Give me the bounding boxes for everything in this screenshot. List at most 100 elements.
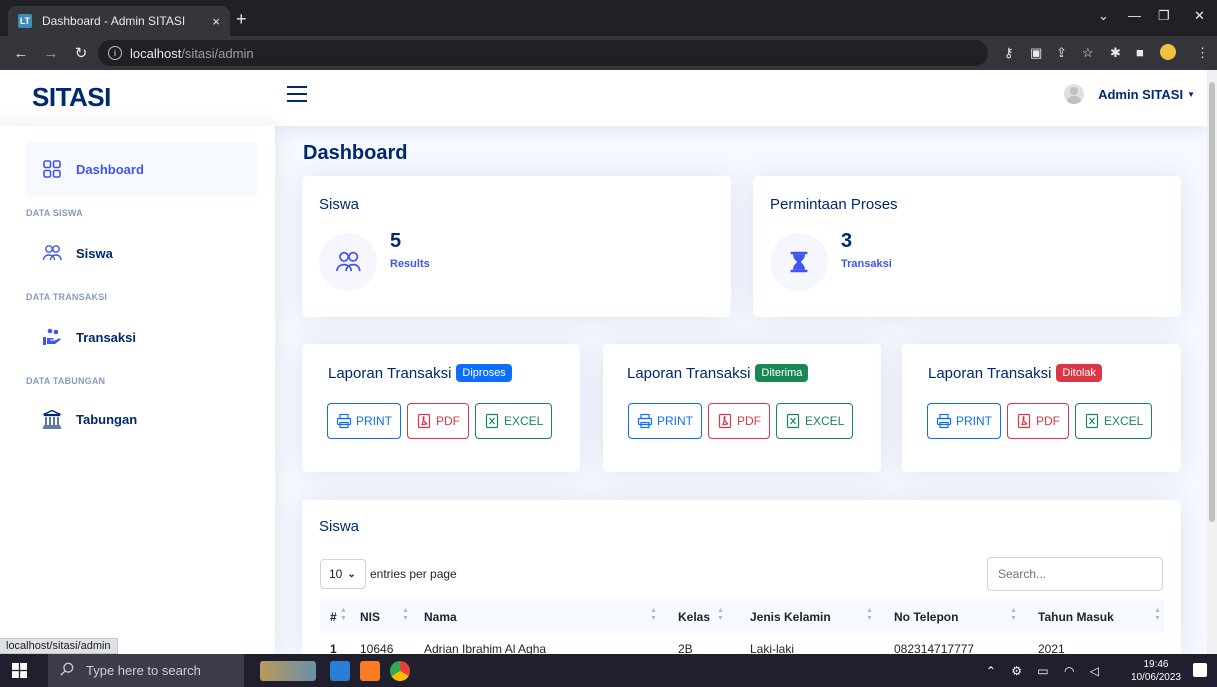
taskbar-search-placeholder: Type here to search [86,663,201,678]
pdf-button[interactable]: PDF [407,403,469,439]
sidebar-toggle-icon[interactable] [287,86,307,104]
card-title: Siswa [319,196,360,213]
button-label: PDF [436,414,460,428]
app-header: SITASI Admin SITASI ▼ [0,70,1207,126]
pdf-button[interactable]: PDF [1007,403,1069,439]
report-card-ditolak: Laporan Transaksi Ditolak PRINT PDF EXCE… [902,344,1181,472]
column-header[interactable]: NIS [360,610,380,624]
nav-heading-data-siswa: DATA SISWA [26,208,83,218]
column-header[interactable]: # [330,610,337,624]
report-title-text: Laporan Transaksi [328,364,452,382]
column-header[interactable]: Nama [424,610,457,624]
column-header[interactable]: No Telepon [894,610,958,624]
pdf-file-icon [417,413,431,429]
new-tab-button[interactable]: + [236,9,247,30]
windows-start-icon[interactable] [12,663,27,683]
excel-button[interactable]: EXCEL [1075,403,1153,439]
chrome-icon[interactable] [390,661,410,681]
print-button[interactable]: PRINT [327,403,401,439]
column-header[interactable]: Tahun Masuk [1038,610,1114,624]
restore-icon[interactable]: ❐ [1158,8,1170,24]
page-scrollbar[interactable] [1207,70,1217,654]
hand-coins-icon [42,327,62,347]
minimize-icon[interactable]: — [1128,8,1141,23]
button-label: PRINT [657,414,693,428]
column-header[interactable]: Kelas [678,610,710,624]
table-row: 1 10646 Adrian Ibrahim Al Agha 2B Laki-l… [320,637,1164,654]
page-size-select[interactable]: 10 ⌄ [320,559,366,589]
sort-icon[interactable]: ▲ ▼ [717,607,724,623]
sidebar-item-siswa[interactable]: Siswa [26,226,258,280]
reload-icon[interactable]: ↻ [72,44,90,62]
profile-menu[interactable]: Admin SITASI ▼ [1064,84,1195,104]
excel-button[interactable]: EXCEL [776,403,854,439]
clock-time: 19:46 [1143,659,1169,670]
back-icon[interactable]: ← [12,45,30,62]
app-logo[interactable]: SITASI [32,82,111,113]
stat-subtitle: Results [390,258,430,270]
xampp-icon[interactable] [360,661,380,681]
tab-title: Dashboard - Admin SITASI [42,14,186,28]
menu-dots-icon[interactable]: ⋮ [1196,45,1209,61]
share-icon[interactable]: ⇪ [1056,45,1067,61]
extensions-icon[interactable]: ✱ [1110,45,1121,61]
profile-avatar-icon[interactable] [1160,44,1176,60]
print-button[interactable]: PRINT [628,403,702,439]
avatar [1064,84,1085,104]
translate-icon[interactable]: ▣ [1030,45,1042,61]
system-tray-icons[interactable]: ⌃ ⚙ ▭ ◠ ◁ [986,664,1105,678]
stat-subtitle: Transaksi [841,258,892,270]
sort-icon[interactable]: ▲ ▼ [402,607,409,623]
table-cell: 10646 [360,642,394,654]
sidebar-item-tabungan[interactable]: Tabungan [26,392,258,446]
address-bar[interactable]: i localhost/sitasi/admin [98,40,988,66]
search-input[interactable]: Search... [987,557,1163,591]
bookmark-star-icon[interactable]: ☆ [1082,45,1094,61]
sort-icon[interactable]: ▲ ▼ [340,607,347,623]
sidebar-item-transaksi[interactable]: Transaksi [26,310,258,364]
report-card-diproses: Laporan Transaksi Diproses PRINT PDF EXC… [302,344,580,472]
sort-icon[interactable]: ▲ ▼ [1154,607,1161,623]
button-label: PRINT [956,414,992,428]
notification-icon[interactable] [1193,663,1207,677]
tab-search-icon[interactable]: ⌄ [1098,8,1109,24]
excel-button[interactable]: EXCEL [475,403,553,439]
taskbar-clock[interactable]: 19:46 10/06/2023 [1131,658,1181,684]
user-name: Admin SITASI [1098,86,1184,102]
side-panel-icon[interactable]: ■ [1136,45,1144,60]
report-card-diterima: Laporan Transaksi Diterima PRINT PDF EXC… [603,344,881,472]
people-icon [42,243,62,263]
printer-icon [336,413,352,429]
pdf-button[interactable]: PDF [708,403,770,439]
sort-icon[interactable]: ▲ ▼ [1010,607,1017,623]
table-cell: 1 [330,642,337,654]
browser-tab[interactable]: LT Dashboard - Admin SITASI × [8,6,230,36]
forward-icon[interactable]: → [42,45,60,62]
url-host: localhost [130,45,182,61]
chevron-down-icon: ⌄ [347,568,356,580]
windows-taskbar: Type here to search ⌃ ⚙ ▭ ◠ ◁ 19:46 10/0… [0,654,1217,687]
sort-icon[interactable]: ▲ ▼ [866,607,873,623]
column-header[interactable]: Jenis Kelamin [750,610,831,624]
printer-icon [936,413,952,429]
print-button[interactable]: PRINT [927,403,1001,439]
card-title: Siswa [319,518,360,535]
printer-icon [637,413,653,429]
scrollbar-thumb[interactable] [1209,82,1215,522]
sidebar-item-dashboard[interactable]: Dashboard [26,142,258,196]
hourglass-icon [770,233,828,291]
page-title: Dashboard [303,142,408,164]
key-icon[interactable]: ⚷ [1004,45,1014,61]
window-close-icon[interactable]: ✕ [1194,8,1205,24]
report-title: Laporan Transaksi Diproses [328,364,512,382]
file-explorer-icon[interactable] [330,661,350,681]
page-size-value: 10 [329,567,343,581]
taskbar-thumbnail-app[interactable] [260,661,316,681]
sort-icon[interactable]: ▲ ▼ [650,607,657,623]
tab-close-icon[interactable]: × [212,14,220,29]
site-info-icon[interactable]: i [108,46,122,60]
sidebar: Dashboard DATA SISWA Siswa DATA TRANSAKS… [0,126,275,654]
taskbar-search[interactable]: Type here to search [48,654,244,687]
entries-label: entries per page [370,567,457,581]
browser-toolbar: ← → ↻ i localhost/sitasi/admin ⚷ ▣ ⇪ ☆ ✱… [0,36,1217,70]
